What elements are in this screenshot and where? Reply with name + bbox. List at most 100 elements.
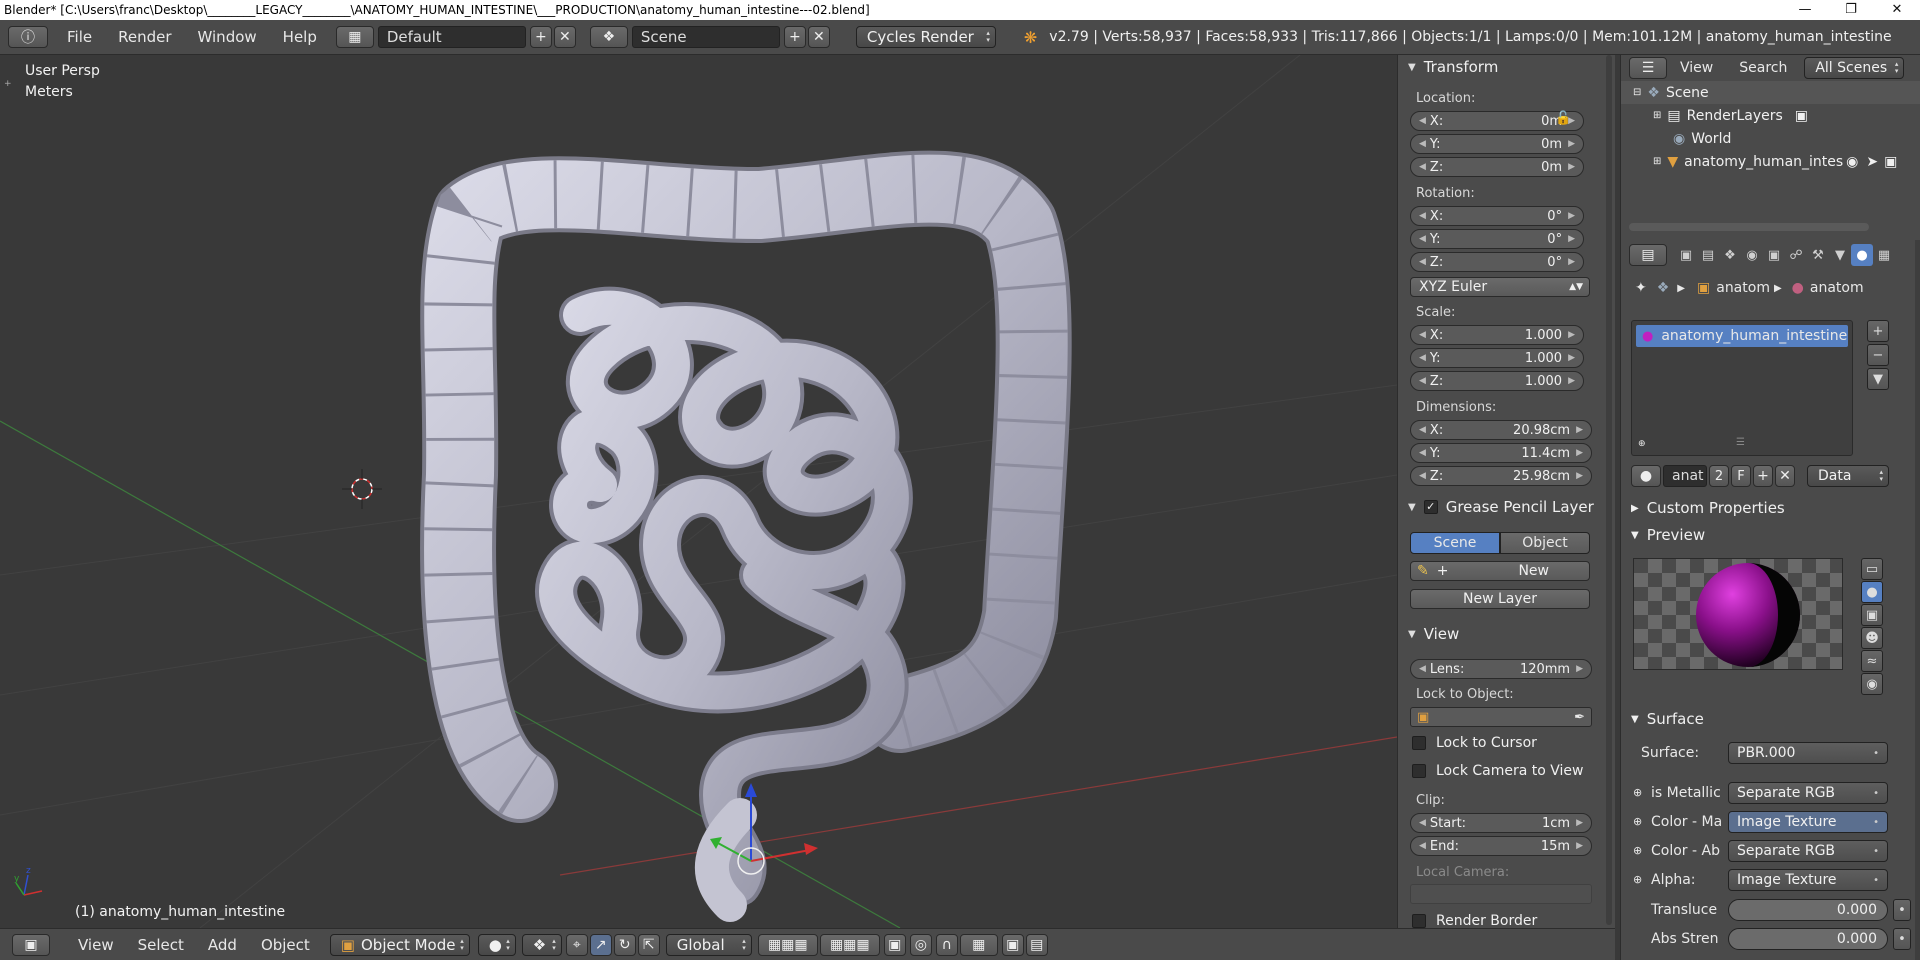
- menu-view[interactable]: View: [66, 936, 126, 954]
- list-grip-icon[interactable]: ☰: [1736, 437, 1745, 448]
- 3d-cursor[interactable]: [342, 469, 382, 509]
- lock-to-cursor-checkbox[interactable]: Lock to Cursor: [1412, 735, 1537, 751]
- scene-tab-icon[interactable]: ❖: [1719, 244, 1741, 266]
- dimension-y-field[interactable]: ◀ Y: 11.4cm ▶: [1410, 443, 1592, 463]
- abs-strength-slider[interactable]: 0.000: [1728, 928, 1888, 950]
- screen-layout-field[interactable]: Default: [377, 26, 526, 48]
- display-mode-dropdown[interactable]: All Scenes: [1804, 57, 1905, 79]
- editor-type-3d-button[interactable]: ▣: [12, 933, 50, 956]
- toolshelf-toggle-icon[interactable]: +: [4, 79, 12, 89]
- material-users-count[interactable]: 2: [1709, 465, 1729, 487]
- dimension-x-field[interactable]: ◀ X: 20.98cm ▶: [1410, 420, 1592, 440]
- lens-field[interactable]: ◀ Lens: 120mm ▶: [1410, 659, 1592, 679]
- snap-element-dropdown[interactable]: ▦: [959, 933, 998, 956]
- preview-cube-button[interactable]: ▣: [1861, 604, 1883, 626]
- remove-scene-button[interactable]: ✕: [807, 26, 830, 48]
- new-material-button[interactable]: +: [1753, 465, 1773, 487]
- material-slot-item[interactable]: ● anatomy_human_intestine: [1636, 325, 1848, 347]
- input-alpha-select[interactable]: Image Texture: [1728, 869, 1888, 891]
- material-tab-icon[interactable]: ●: [1851, 244, 1873, 266]
- constraints-tab-icon[interactable]: ☍: [1785, 244, 1807, 266]
- grease-pencil-panel-header[interactable]: ▼ ✓ Grease Pencil Layer: [1398, 495, 1608, 519]
- outliner-hscrollbar[interactable]: [1629, 223, 1869, 231]
- input-metallic-select[interactable]: Separate RGB: [1728, 782, 1888, 804]
- new-grease-pencil-button[interactable]: ✎ + New: [1410, 561, 1590, 581]
- outliner-item-renderlayers[interactable]: ⊞ ▤ RenderLayers ▣: [1621, 104, 1920, 127]
- grease-pencil-checkbox[interactable]: ✓: [1423, 500, 1438, 514]
- render-engine-dropdown[interactable]: Cycles Render: [855, 26, 996, 48]
- scale-y-field[interactable]: ◀ Y: 1.000 ▶: [1410, 348, 1584, 368]
- menu-select[interactable]: Select: [126, 936, 196, 954]
- resize-handle-icon[interactable]: ⊕: [1638, 439, 1646, 449]
- clip-end-field[interactable]: ◀ End: 15m ▶: [1410, 836, 1592, 856]
- input-color-ab-select[interactable]: Separate RGB: [1728, 840, 1888, 862]
- new-layer-button[interactable]: New Layer: [1410, 589, 1590, 609]
- scene-field[interactable]: Scene: [631, 26, 780, 48]
- eyedropper-icon[interactable]: ✒: [1574, 710, 1585, 725]
- scale-x-field[interactable]: ◀ X: 1.000 ▶: [1410, 325, 1584, 345]
- texture-tab-icon[interactable]: ▦: [1873, 244, 1895, 266]
- editor-type-info-button[interactable]: ⓘ: [8, 26, 48, 48]
- preview-sphere-button[interactable]: ●: [1861, 581, 1883, 603]
- editor-type-outliner-button[interactable]: ☰: [1629, 57, 1667, 79]
- material-link-dropdown[interactable]: Data: [1807, 465, 1889, 487]
- pin-icon[interactable]: ✦: [1635, 280, 1647, 296]
- render-tab-icon[interactable]: ▣: [1675, 244, 1697, 266]
- preview-hair-button[interactable]: ≈: [1861, 650, 1883, 672]
- rotation-z-field[interactable]: ◀ Z: 0° ▶: [1410, 252, 1584, 272]
- maximize-button[interactable]: ❐: [1828, 0, 1874, 20]
- layers-grid-1[interactable]: ▦▦▦: [757, 933, 818, 956]
- opengl-render-button[interactable]: ▣: [1001, 933, 1024, 956]
- object-tab-icon[interactable]: ▣: [1763, 244, 1785, 266]
- editor-type-properties-button[interactable]: ▤: [1629, 244, 1667, 266]
- scale-z-field[interactable]: ◀ Z: 1.000 ▶: [1410, 371, 1584, 391]
- opengl-animation-button[interactable]: ▤: [1025, 933, 1048, 956]
- add-scene-button[interactable]: +: [783, 26, 806, 48]
- transform-panel-header[interactable]: ▼ Transform: [1398, 55, 1608, 79]
- render-border-checkbox[interactable]: Render Border: [1412, 913, 1537, 928]
- scale-manipulator-button[interactable]: ⇱: [637, 933, 660, 956]
- menu-help[interactable]: Help: [270, 28, 330, 46]
- transform-orientation-dropdown[interactable]: Global: [665, 933, 752, 956]
- proportional-edit-button[interactable]: ◎: [909, 933, 932, 956]
- lock-icon[interactable]: 🔓: [1555, 111, 1585, 134]
- outliner-item-object[interactable]: ⊞ ▼ anatomy_human_intes ◉ ➤ ▣: [1621, 150, 1920, 173]
- shading-mode-dropdown[interactable]: ●: [477, 933, 516, 956]
- outliner-item-scene[interactable]: ⊟ ❖ Scene: [1621, 81, 1920, 104]
- pivot-point-dropdown[interactable]: ❖: [521, 933, 562, 956]
- menu-object[interactable]: Object: [249, 936, 322, 954]
- menu-add[interactable]: Add: [196, 936, 249, 954]
- screen-layout-browse-button[interactable]: ▦: [335, 26, 374, 48]
- world-tab-icon[interactable]: ◉: [1741, 244, 1763, 266]
- collapse-icon[interactable]: ⊟: [1633, 87, 1641, 98]
- rotation-y-field[interactable]: ◀ Y: 0° ▶: [1410, 229, 1584, 249]
- custom-properties-header[interactable]: ▶ Custom Properties: [1631, 497, 1785, 519]
- view-panel-header[interactable]: ▼ View: [1398, 622, 1608, 646]
- lock-camera-checkbox[interactable]: Lock Camera to View: [1412, 763, 1584, 779]
- input-color-ma-select[interactable]: Image Texture: [1728, 811, 1888, 833]
- translate-manipulator-button[interactable]: ↗: [589, 933, 612, 956]
- add-layout-button[interactable]: +: [529, 26, 552, 48]
- npanel-scrollbar[interactable]: [1606, 55, 1612, 925]
- expand-input-icon[interactable]: ⊕: [1633, 873, 1642, 886]
- eye-icon[interactable]: ◉: [1846, 154, 1858, 170]
- menu-search[interactable]: Search: [1726, 60, 1800, 76]
- layers-grid-2[interactable]: ▦▦▦: [819, 933, 880, 956]
- unlink-material-button[interactable]: ✕: [1775, 465, 1795, 487]
- expand-input-icon[interactable]: ⊕: [1633, 844, 1642, 857]
- surface-header[interactable]: ▼ Surface: [1631, 708, 1704, 730]
- remove-material-slot-button[interactable]: −: [1867, 344, 1889, 366]
- cursor-select-icon[interactable]: ➤: [1866, 154, 1878, 170]
- preview-world-button[interactable]: ◉: [1861, 673, 1883, 695]
- expand-icon[interactable]: ⊞: [1653, 110, 1661, 121]
- abs-strength-link-button[interactable]: •: [1893, 928, 1911, 950]
- layer-lock-button[interactable]: ▣: [883, 933, 906, 956]
- expand-input-icon[interactable]: ⊕: [1633, 786, 1642, 799]
- render-layer-icon[interactable]: ▣: [1795, 108, 1808, 124]
- menu-window[interactable]: Window: [185, 28, 270, 46]
- manipulator-toggle[interactable]: ⌖: [565, 933, 588, 956]
- tab-scene[interactable]: Scene: [1410, 532, 1500, 554]
- translucency-link-button[interactable]: •: [1893, 899, 1911, 921]
- data-tab-icon[interactable]: ▼: [1829, 244, 1851, 266]
- outliner-item-world[interactable]: ◉ World: [1621, 127, 1920, 150]
